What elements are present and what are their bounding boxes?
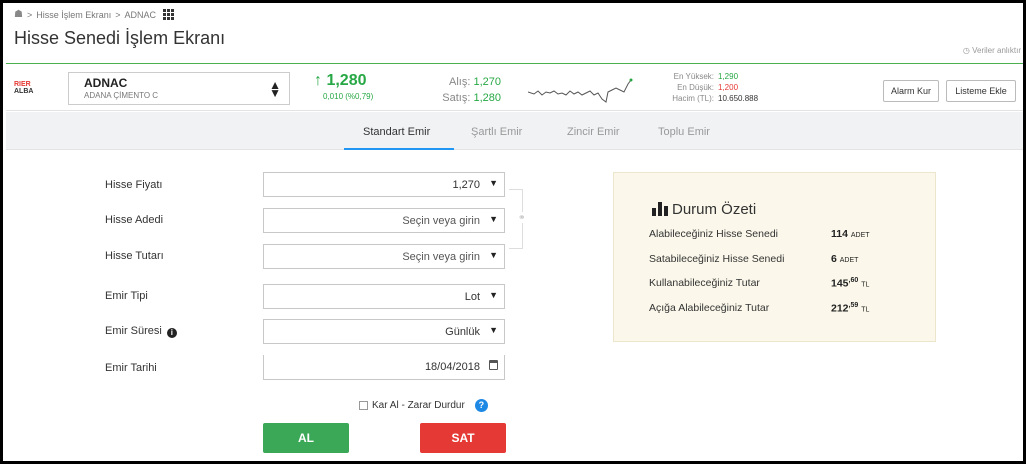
sort-icon[interactable]: ▲ ▼ [269,79,281,99]
set-alarm-button[interactable]: Alarm Kur [883,80,939,102]
order-duration-label: Emir Süresi i [105,325,177,338]
high-value: 1,290 [718,72,739,81]
link-icon[interactable]: ⚭ [518,212,526,223]
order-duration-value: Günlük [445,326,480,338]
stop-loss-label[interactable]: Kar Al - Zarar Durdur [372,400,465,411]
stock-info-bar: RIER ALBA ADNAC ADANA ÇİMENTO C ▲ ▼ ↑ 1,28… [6,63,1023,111]
bid-label: Alış: [449,76,471,88]
summary-row-value: 212,59 TL [831,302,870,315]
price-change: 0,010 (%0,79) [323,92,374,101]
chevron-down-icon: ▼ [489,250,498,260]
tab-conditional-order[interactable]: Şartlı Emir [471,126,522,138]
help-icon[interactable]: ? [474,399,488,412]
clock-icon: ◷ [962,46,970,55]
chevron-down-icon: ▼ [489,178,498,188]
quantity-combobox[interactable]: Seçin veya girin ▼ [263,208,505,233]
order-duration-label-text: Emir Süresi [105,325,162,337]
summary-row-label: Alabileceğiniz Hisse Senedi [649,228,778,240]
summary-row-label: Satabileceğiniz Hisse Senedi [649,253,785,265]
high-low-volume: En Yüksek: 1,290 En Düşük: 1,200 Hacim (TL… [646,71,758,104]
ask-label: Satış: [442,92,471,104]
summary-title: Durum Özeti [652,201,756,218]
order-type-label: Emir Tipi [105,290,148,302]
summary-title-text: Durum Özeti [672,201,757,218]
high-label: En Yüksek: [673,72,714,81]
broker-logo: RIER ALBA [14,81,34,95]
price-value: 1,270 [452,179,480,191]
sparkline [528,78,633,103]
breadcrumb-item-order-screen[interactable]: Hisse İşlem Ekranı [36,10,111,20]
info-icon[interactable]: i [166,328,177,338]
summary-row-label: Kullanabileceğiniz Tutar [649,277,760,289]
chevron-down-icon: ▼ [489,290,498,300]
quantity-placeholder: Seçin veya girin [402,215,480,227]
order-date-label: Emir Tarihi [105,362,157,374]
order-duration-select[interactable]: Günlük ▼ [263,319,505,344]
tab-bulk-order[interactable]: Toplu Emir [658,126,710,138]
amount-placeholder: Seçin veya girin [402,251,480,263]
tab-chain-order[interactable]: Zincir Emir [567,126,620,138]
low-label: En Düşük: [677,83,714,92]
amount-combobox[interactable]: Seçin veya girin ▼ [263,244,505,269]
chevron-down-icon: ▼ [489,325,498,335]
bar-chart-icon [652,202,668,216]
last-price: 1,280 [326,72,367,89]
summary-row-value: 145,60 TL [831,277,870,290]
breadcrumb-separator: > [115,9,121,20]
quantity-label: Hisse Adedi [105,214,164,226]
apps-grid-icon[interactable] [163,9,175,20]
chevron-down-icon: ▼ [489,214,498,224]
bid-value: 1,270 [473,76,501,88]
summary-row-label: Açığa Alabileceğiniz Tutar [649,302,770,314]
active-tab-indicator [344,148,454,150]
order-type-value: Lot [464,291,480,303]
order-tabs: Standart Emir Şartlı Emir Zincir Emir To… [6,112,1023,150]
stock-selector[interactable]: ADNAC ADANA ÇİMENTO C ▲ ▼ [68,72,290,105]
volume-label: Hacim (TL): [672,94,714,103]
up-arrow-icon: ↑ [314,72,322,89]
stock-name: ADANA ÇİMENTO C [84,91,159,100]
breadcrumb-separator: > [26,9,33,20]
data-note: ◷ Veriler anlıktır [963,46,1021,55]
buy-button[interactable]: AL [263,423,349,453]
stop-loss-checkbox[interactable] [359,401,368,410]
stop-loss-row: Kar Al - Zarar Durdur ? [359,399,488,412]
order-date-value: 18/04/2018 [424,361,480,373]
bid-ask: Alış: 1,270 Satış: 1,280 [431,74,501,106]
add-to-list-button[interactable]: Listeme Ekle [946,80,1016,102]
price-select[interactable]: 1,270 ▼ [263,172,505,197]
amount-label: Hisse Tutarı [105,250,164,262]
breadcrumb: ☗ > Hisse İşlem Ekranı > ADNAC [14,9,175,20]
summary-row-value: 6 ADET [831,253,859,265]
breadcrumb-item-stock: ADNAC [124,9,157,20]
volume-value: 10.650.888 [718,94,759,103]
summary-row-value: 114 ADET [831,228,870,240]
page-title: Hisse Senedi İşlem Ekranı [14,28,226,48]
order-type-select[interactable]: Lot ▼ [263,284,505,309]
stock-code: ADNAC [84,76,128,90]
calendar-icon[interactable] [489,360,498,370]
data-note-text: Veriler anlıktır [972,46,1021,55]
ask-value: 1,280 [473,92,501,104]
price-label: Hisse Fiyatı [105,179,163,191]
status-summary-panel: Durum Özeti Alabileceğiniz Hisse Senedi … [613,172,936,342]
price-box: ↑ 1,280 0,010 (%0,79) [314,72,373,101]
sell-button[interactable]: SAT [420,423,506,453]
low-value: 1,200 [718,83,739,92]
tab-standard-order[interactable]: Standart Emir [363,126,430,138]
app-frame: ☗ > Hisse İşlem Ekranı > ADNAC Hisse Sen… [3,3,1023,461]
order-date-input[interactable]: 18/04/2018 [263,355,505,380]
home-icon[interactable]: ☗ [14,9,23,20]
